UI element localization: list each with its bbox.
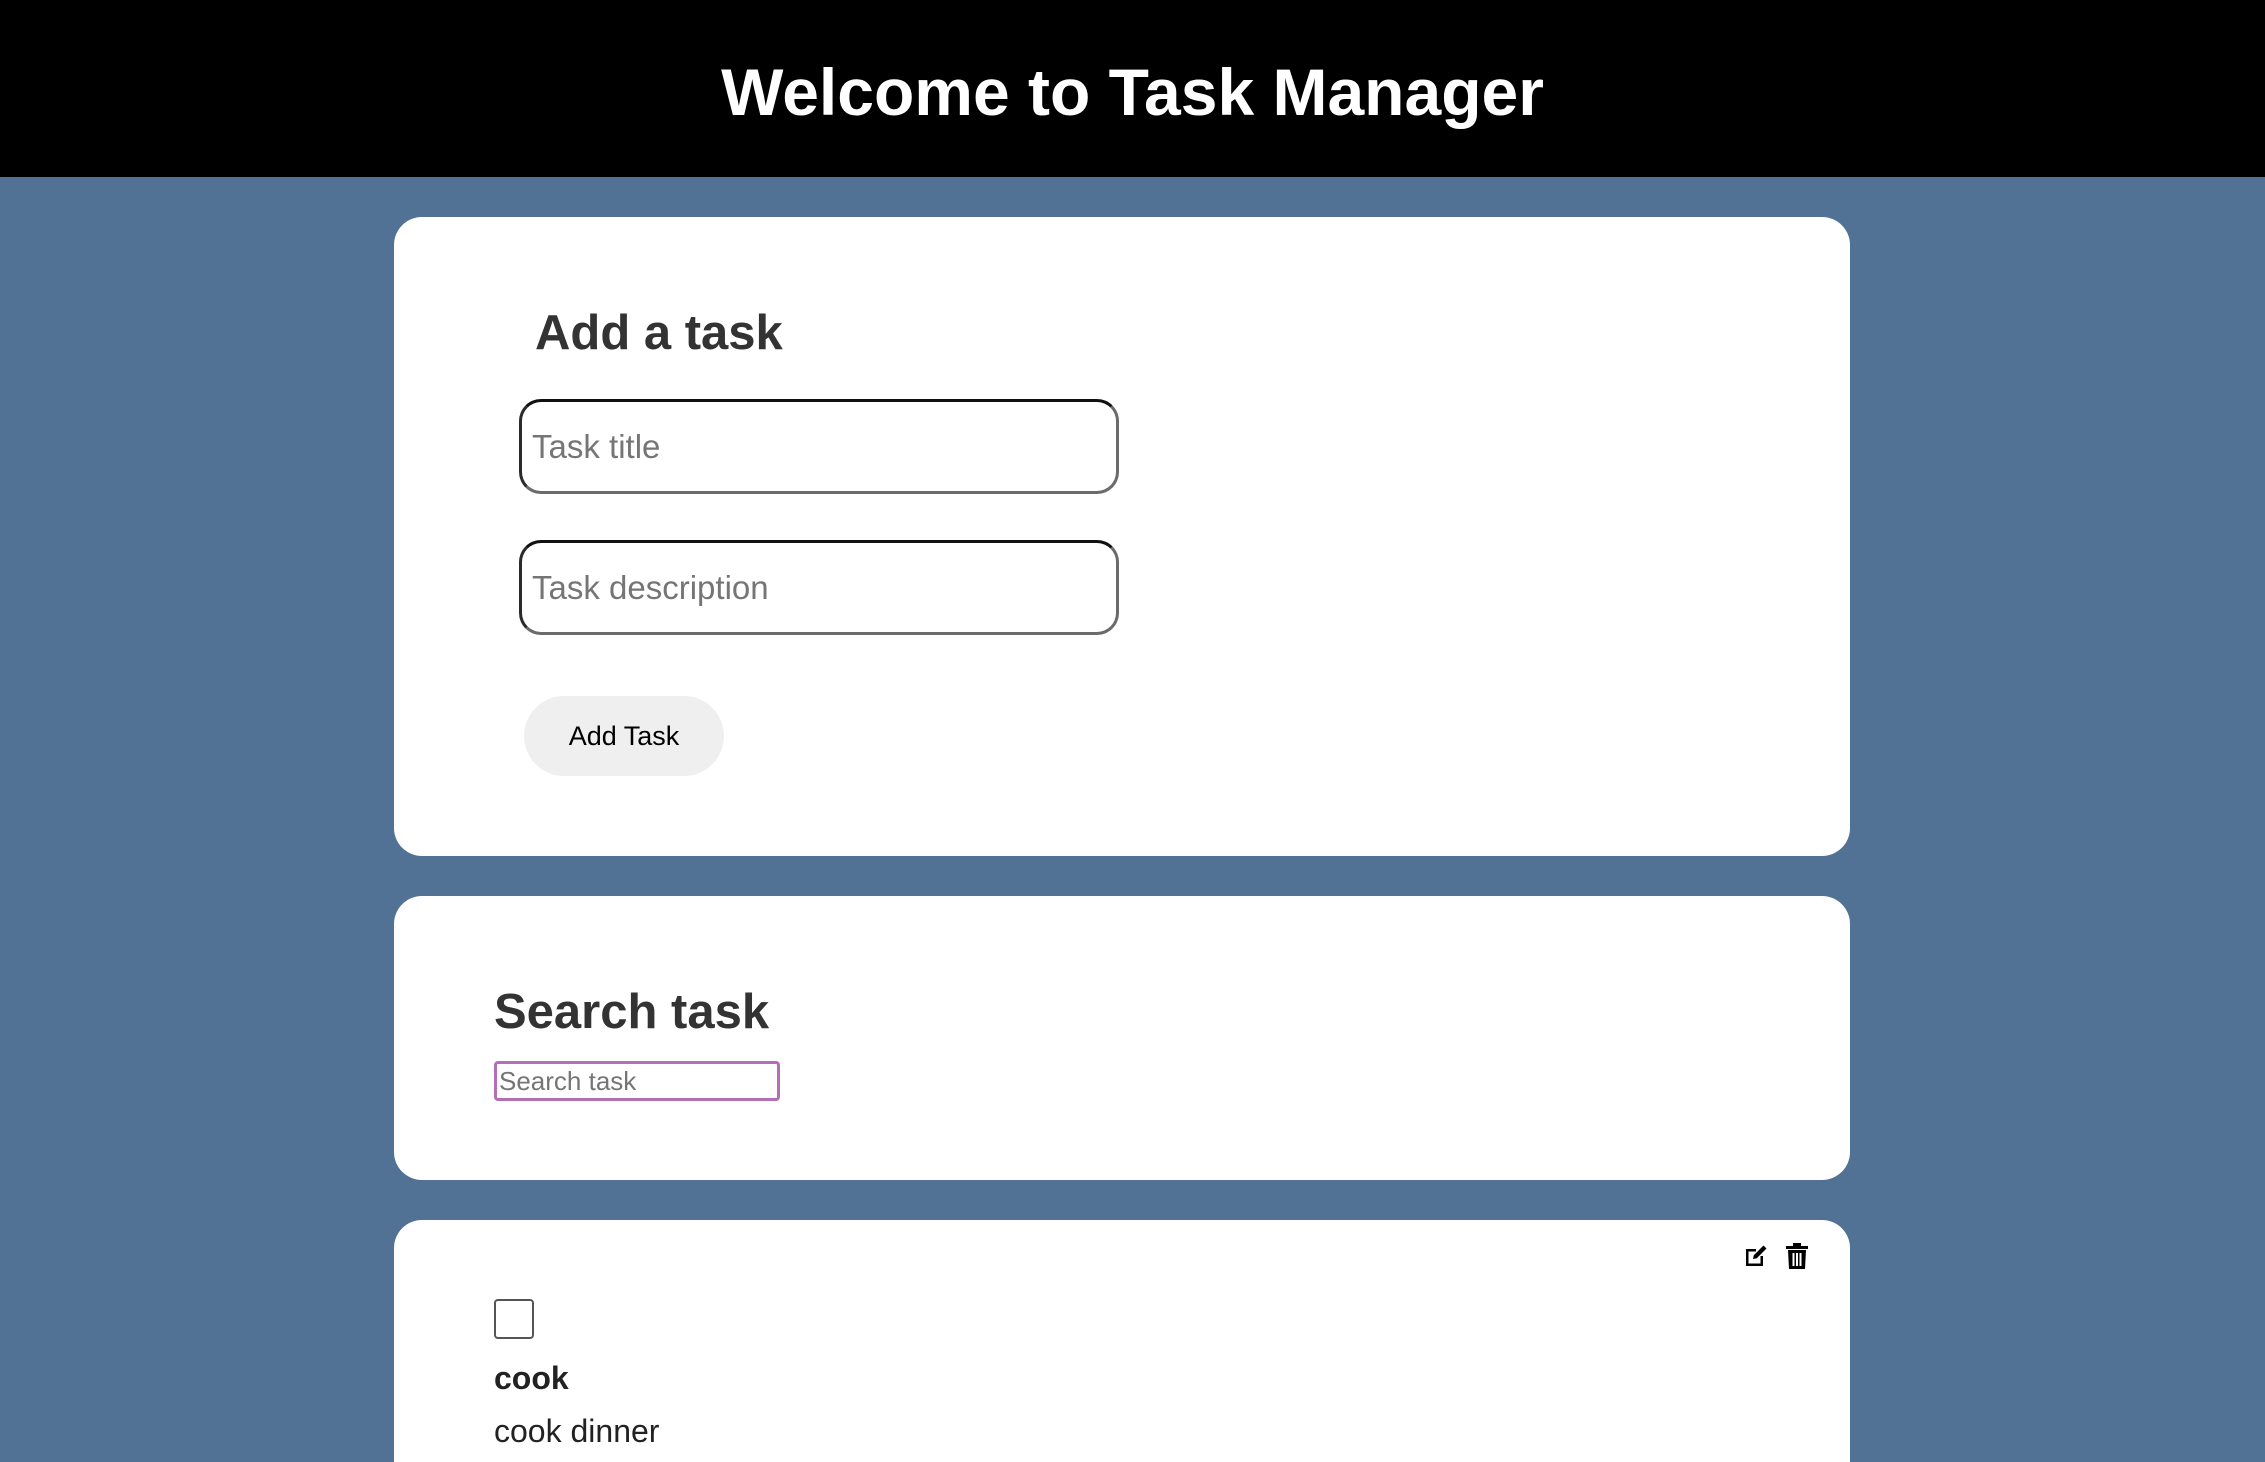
task-description: cook dinner (494, 1413, 660, 1449)
page-title: Welcome to Task Manager (721, 54, 1544, 129)
search-task-heading: Search task (494, 985, 770, 1039)
search-task-card: Search task (394, 896, 1850, 1180)
add-task-button[interactable]: Add Task (524, 696, 724, 776)
task-complete-checkbox[interactable] (494, 1299, 534, 1339)
add-task-card: Add a task Add Task (394, 217, 1850, 856)
edit-icon[interactable] (1740, 1240, 1772, 1272)
task-card: cook cook dinner (394, 1220, 1850, 1462)
task-title-input[interactable] (519, 399, 1119, 494)
task-title: cook (494, 1360, 569, 1396)
task-description-input[interactable] (519, 540, 1119, 635)
search-input[interactable] (494, 1061, 780, 1101)
add-task-heading: Add a task (535, 306, 783, 360)
app-header: Welcome to Task Manager (0, 0, 2265, 177)
trash-icon[interactable] (1781, 1240, 1813, 1272)
